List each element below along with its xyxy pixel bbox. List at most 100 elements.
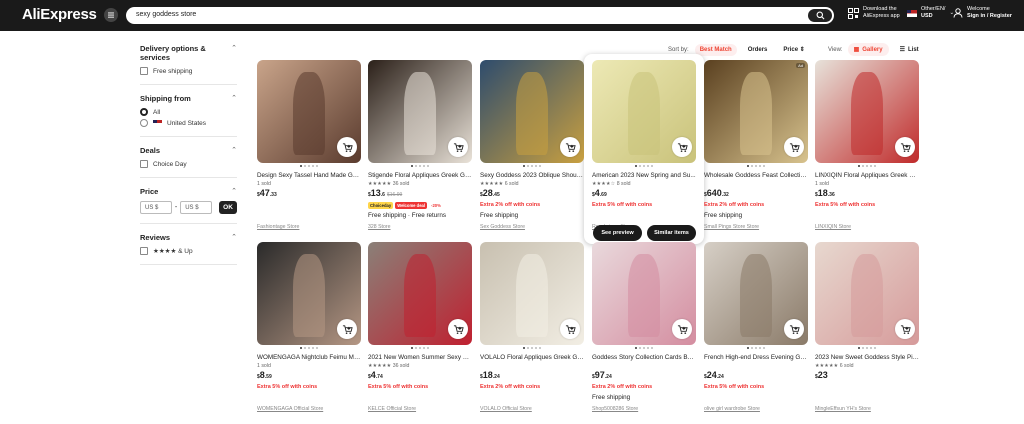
- store-link[interactable]: Sex Goddess Store: [480, 224, 525, 230]
- add-to-cart-button[interactable]: [895, 319, 915, 339]
- product-image[interactable]: [368, 60, 472, 163]
- free-shipping-checkbox[interactable]: [140, 67, 148, 75]
- view-list-button[interactable]: ☰ List: [894, 43, 925, 56]
- product-image[interactable]: [815, 242, 919, 345]
- add-to-cart-button[interactable]: [448, 137, 468, 157]
- see-preview-button[interactable]: See preview: [593, 225, 642, 241]
- product-card[interactable]: Design Sexy Tassel Hand Made Gre... 1 so…: [257, 60, 361, 242]
- store-link[interactable]: Shop5008286 Store: [592, 406, 638, 412]
- product-image[interactable]: [368, 242, 472, 345]
- store-link[interactable]: KELCE Official Store: [368, 406, 416, 412]
- product-title[interactable]: WOMENGAGA Nightclub Feimu Mini ...: [257, 354, 361, 361]
- menu-icon[interactable]: [104, 8, 118, 22]
- sign-in-link[interactable]: Sign in / Register: [967, 13, 1012, 19]
- store-link[interactable]: WOMENGAGA Official Store: [257, 406, 323, 412]
- add-to-cart-button[interactable]: [784, 137, 804, 157]
- product-card[interactable]: VOLALO Floral Appliques Greek God... $18…: [480, 242, 584, 424]
- reviews-header[interactable]: Reviews ⌃: [140, 233, 237, 242]
- locale-selector[interactable]: Other/EN/USD ⌄: [907, 6, 954, 20]
- product-title[interactable]: Sexy Goddess 2023 Oblique Should...: [480, 172, 584, 179]
- product-card[interactable]: LINXIQIN Floral Appliques Greek Go... 1 …: [815, 60, 919, 242]
- product-card[interactable]: Stigende Floral Appliques Greek Go... ★★…: [368, 60, 472, 242]
- product-image[interactable]: [592, 60, 696, 163]
- product-title[interactable]: French High-end Dress Evening God...: [704, 354, 808, 361]
- search-input[interactable]: sexy goddess store: [136, 11, 196, 18]
- view-gallery-button[interactable]: ▦ Gallery: [847, 43, 889, 56]
- product-card[interactable]: Ad Wholesale Goddess Feast Collection ..…: [704, 60, 808, 242]
- product-title[interactable]: Goddess Story Collection Cards Box-...: [592, 354, 696, 361]
- product-card[interactable]: American 2023 New Spring and Su... ★★★★☆…: [592, 60, 696, 242]
- reviews-checkbox[interactable]: [140, 247, 148, 255]
- search-bar[interactable]: sexy goddess store: [126, 7, 834, 24]
- image-carousel-dots[interactable]: [704, 347, 808, 349]
- image-carousel-dots[interactable]: [368, 347, 472, 349]
- sort-price[interactable]: Price ⇕: [778, 43, 809, 56]
- choice-day-checkbox[interactable]: [140, 160, 148, 168]
- reviews-option[interactable]: ★★★★ & Up: [140, 247, 237, 255]
- product-title[interactable]: 2021 New Women Summer Sexy Ele...: [368, 354, 472, 361]
- add-to-cart-button[interactable]: [448, 319, 468, 339]
- add-to-cart-button[interactable]: [560, 137, 580, 157]
- add-to-cart-button[interactable]: [560, 319, 580, 339]
- store-link[interactable]: VOLALO Official Store: [480, 406, 532, 412]
- ship-us-radio[interactable]: [140, 119, 148, 127]
- image-carousel-dots[interactable]: [257, 165, 361, 167]
- product-card[interactable]: Sexy Goddess 2023 Oblique Should... ★★★★…: [480, 60, 584, 242]
- store-link[interactable]: LINXIQIN Store: [815, 224, 851, 230]
- product-title[interactable]: VOLALO Floral Appliques Greek God...: [480, 354, 584, 361]
- min-price-input[interactable]: US $: [140, 201, 172, 214]
- product-card[interactable]: 2023 New Sweet Goddess Style Pink-... ★★…: [815, 242, 919, 424]
- aliexpress-logo[interactable]: AliExpress: [22, 6, 97, 23]
- product-title[interactable]: Design Sexy Tassel Hand Made Gre...: [257, 172, 361, 179]
- price-ok-button[interactable]: OK: [219, 201, 237, 214]
- product-image[interactable]: [257, 60, 361, 163]
- ship-all-option[interactable]: All: [140, 108, 237, 116]
- store-link[interactable]: Fashiontage Store: [257, 224, 299, 230]
- sort-best-match[interactable]: Best Match: [694, 43, 737, 56]
- product-title[interactable]: Stigende Floral Appliques Greek Go...: [368, 172, 472, 179]
- price-header[interactable]: Price ⌃: [140, 187, 237, 196]
- sort-orders[interactable]: Orders: [743, 44, 773, 56]
- product-title[interactable]: Wholesale Goddess Feast Collection ...: [704, 172, 808, 179]
- product-image[interactable]: [704, 242, 808, 345]
- product-image[interactable]: Ad: [704, 60, 808, 163]
- add-to-cart-button[interactable]: [895, 137, 915, 157]
- free-shipping-option[interactable]: Free shipping: [140, 67, 237, 75]
- store-link[interactable]: Small Pings Store Store: [704, 224, 759, 230]
- ship-us-option[interactable]: United States: [140, 119, 237, 127]
- product-title[interactable]: LINXIQIN Floral Appliques Greek Go...: [815, 172, 919, 179]
- image-carousel-dots[interactable]: [480, 165, 584, 167]
- store-link[interactable]: MingleEffsun YH's Store: [815, 406, 871, 412]
- image-carousel-dots[interactable]: [257, 347, 361, 349]
- add-to-cart-button[interactable]: [672, 319, 692, 339]
- image-carousel-dots[interactable]: [592, 347, 696, 349]
- product-card[interactable]: WOMENGAGA Nightclub Feimu Mini ... 1 sol…: [257, 242, 361, 424]
- image-carousel-dots[interactable]: [480, 347, 584, 349]
- image-carousel-dots[interactable]: [592, 165, 696, 167]
- product-card[interactable]: French High-end Dress Evening God... $24…: [704, 242, 808, 424]
- add-to-cart-button[interactable]: [337, 319, 357, 339]
- product-title[interactable]: American 2023 New Spring and Su...: [592, 172, 696, 179]
- product-card[interactable]: 2021 New Women Summer Sexy Ele... ★★★★★ …: [368, 242, 472, 424]
- product-image[interactable]: [480, 60, 584, 163]
- image-carousel-dots[interactable]: [815, 347, 919, 349]
- account-menu[interactable]: Welcome Sign in / Register: [953, 6, 1012, 20]
- product-title[interactable]: 2023 New Sweet Goddess Style Pink-...: [815, 354, 919, 361]
- deals-header[interactable]: Deals ⌃: [140, 146, 237, 155]
- max-price-input[interactable]: US $: [180, 201, 213, 214]
- delivery-header[interactable]: Delivery options & services ⌃: [140, 44, 237, 62]
- similar-items-button[interactable]: Similar items: [647, 225, 696, 241]
- add-to-cart-button[interactable]: [784, 319, 804, 339]
- ship-all-radio[interactable]: [140, 108, 148, 116]
- product-image[interactable]: [257, 242, 361, 345]
- image-carousel-dots[interactable]: [368, 165, 472, 167]
- product-card[interactable]: Goddess Story Collection Cards Box-... $…: [592, 242, 696, 424]
- product-image[interactable]: [480, 242, 584, 345]
- product-image[interactable]: [815, 60, 919, 163]
- product-image[interactable]: [592, 242, 696, 345]
- store-link[interactable]: olive girl wardrobe Store: [704, 406, 760, 412]
- add-to-cart-button[interactable]: [337, 137, 357, 157]
- shipping-from-header[interactable]: Shipping from ⌃: [140, 94, 237, 103]
- search-button[interactable]: [808, 9, 832, 22]
- store-link[interactable]: 328 Store: [368, 224, 391, 230]
